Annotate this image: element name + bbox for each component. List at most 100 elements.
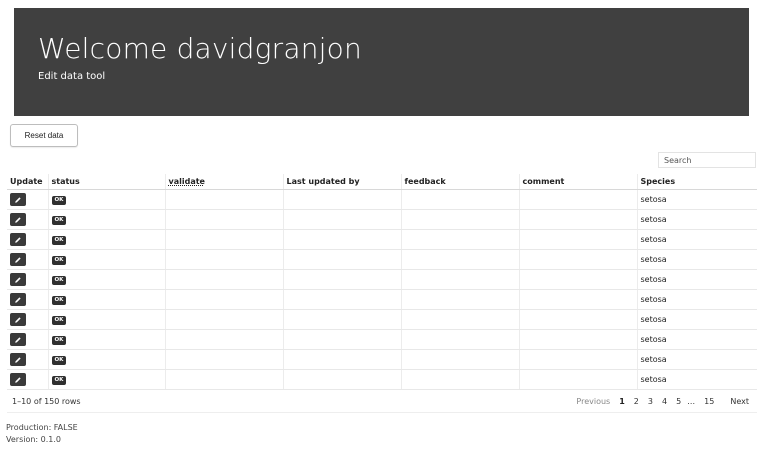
- edit-row-button[interactable]: [10, 293, 26, 306]
- status-cell: OK: [48, 209, 166, 230]
- feedback-cell: [401, 369, 520, 390]
- update-cell: [7, 349, 49, 370]
- comment-cell: [519, 269, 638, 290]
- edit-row-button[interactable]: [10, 233, 26, 246]
- validate-cell: [165, 329, 284, 350]
- production-flag: Production: FALSE: [6, 423, 78, 432]
- status-badge: OK: [51, 276, 67, 285]
- status-cell: OK: [48, 249, 166, 270]
- update-cell: [7, 189, 49, 210]
- status-cell: OK: [48, 229, 166, 250]
- last-updated-by-cell: [283, 349, 402, 370]
- species-cell: setosa: [637, 369, 757, 390]
- status-badge: OK: [51, 296, 67, 305]
- status-badge: OK: [51, 196, 67, 205]
- status-badge: OK: [51, 336, 67, 345]
- table-row: OK setosa: [7, 269, 757, 290]
- last-updated-by-cell: [283, 309, 402, 330]
- species-cell: setosa: [637, 189, 757, 210]
- status-cell: OK: [48, 289, 166, 310]
- feedback-cell: [401, 189, 520, 210]
- edit-row-button[interactable]: [10, 313, 26, 326]
- table-row: OK setosa: [7, 209, 757, 230]
- page-3[interactable]: 3: [648, 397, 653, 406]
- search-input[interactable]: [658, 152, 756, 168]
- validate-cell: [165, 229, 284, 250]
- species-cell: setosa: [637, 269, 757, 290]
- edit-row-button[interactable]: [10, 213, 26, 226]
- species-cell: setosa: [637, 229, 757, 250]
- edit-row-button[interactable]: [10, 373, 26, 386]
- status-badge: OK: [51, 256, 67, 265]
- pencil-icon: [15, 336, 21, 343]
- comment-cell: [519, 189, 638, 210]
- table-row: OK setosa: [7, 249, 757, 270]
- feedback-cell: [401, 329, 520, 350]
- column-header-update[interactable]: Update: [7, 174, 49, 190]
- feedback-cell: [401, 229, 520, 250]
- table-row: OK setosa: [7, 229, 757, 250]
- table-row: OK setosa: [7, 189, 757, 210]
- update-cell: [7, 269, 49, 290]
- page-4[interactable]: 4: [662, 397, 667, 406]
- status-cell: OK: [48, 349, 166, 370]
- comment-cell: [519, 249, 638, 270]
- column-header-feedback[interactable]: feedback: [401, 174, 520, 190]
- page-ellipsis: …: [687, 397, 696, 406]
- pagination-next[interactable]: Next: [730, 397, 749, 406]
- comment-cell: [519, 349, 638, 370]
- table-row: OK setosa: [7, 349, 757, 370]
- comment-cell: [519, 309, 638, 330]
- validate-cell: [165, 349, 284, 370]
- validate-cell: [165, 209, 284, 230]
- species-cell: setosa: [637, 249, 757, 270]
- column-header-last-updated-by[interactable]: Last updated by: [283, 174, 402, 190]
- edit-row-button[interactable]: [10, 333, 26, 346]
- update-cell: [7, 329, 49, 350]
- edit-row-button[interactable]: [10, 353, 26, 366]
- species-cell: setosa: [637, 329, 757, 350]
- pagination-previous[interactable]: Previous: [576, 397, 610, 406]
- status-cell: OK: [48, 369, 166, 390]
- pencil-icon: [15, 356, 21, 363]
- column-header-validate[interactable]: validate: [165, 174, 284, 190]
- comment-cell: [519, 229, 638, 250]
- edit-row-button[interactable]: [10, 253, 26, 266]
- page-2[interactable]: 2: [634, 397, 639, 406]
- status-badge: OK: [51, 216, 67, 225]
- column-header-validate-label: validate: [168, 177, 205, 186]
- edit-row-button[interactable]: [10, 273, 26, 286]
- validate-cell: [165, 289, 284, 310]
- column-header-status[interactable]: status: [48, 174, 166, 190]
- update-cell: [7, 369, 49, 390]
- feedback-cell: [401, 209, 520, 230]
- species-cell: setosa: [637, 309, 757, 330]
- update-cell: [7, 209, 49, 230]
- update-cell: [7, 229, 49, 250]
- pencil-icon: [15, 276, 21, 283]
- last-updated-by-cell: [283, 189, 402, 210]
- validate-cell: [165, 249, 284, 270]
- status-badge: OK: [51, 316, 67, 325]
- status-cell: OK: [48, 329, 166, 350]
- validate-cell: [165, 189, 284, 210]
- pagination: Previous 1 2 3 4 5 … 15 Next: [567, 397, 749, 406]
- edit-row-button[interactable]: [10, 193, 26, 206]
- page-5[interactable]: 5: [676, 397, 681, 406]
- pencil-icon: [15, 216, 21, 223]
- column-header-comment[interactable]: comment: [519, 174, 638, 190]
- table-row: OK setosa: [7, 289, 757, 310]
- update-cell: [7, 309, 49, 330]
- feedback-cell: [401, 249, 520, 270]
- table-row: OK setosa: [7, 369, 757, 390]
- last-updated-by-cell: [283, 289, 402, 310]
- status-badge: OK: [51, 376, 67, 385]
- feedback-cell: [401, 289, 520, 310]
- last-updated-by-cell: [283, 209, 402, 230]
- column-header-species[interactable]: Species: [637, 174, 757, 190]
- pencil-icon: [15, 376, 21, 383]
- page-15[interactable]: 15: [704, 397, 714, 406]
- status-cell: OK: [48, 269, 166, 290]
- page-1[interactable]: 1: [619, 397, 625, 406]
- reset-data-button[interactable]: Reset data: [10, 124, 78, 147]
